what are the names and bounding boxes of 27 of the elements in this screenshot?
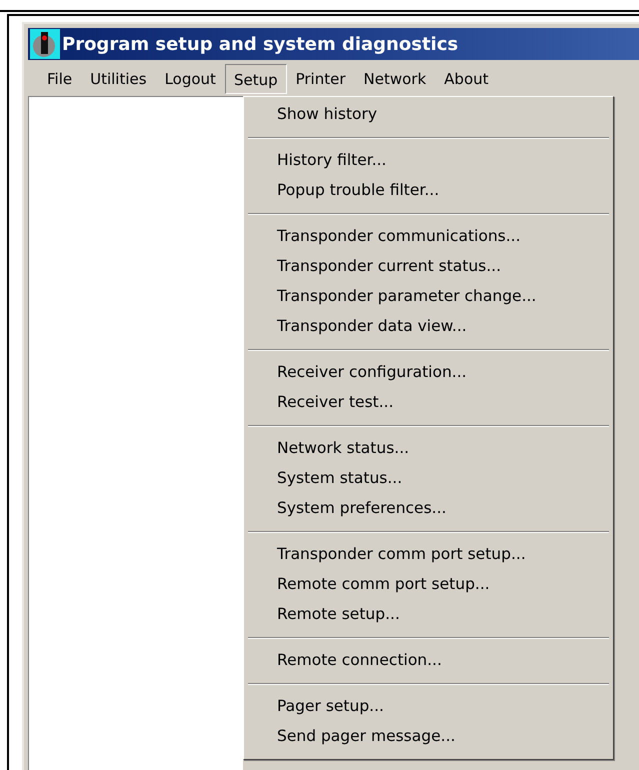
app-icon <box>30 29 60 59</box>
menu-entry[interactable]: Network status... <box>244 434 613 464</box>
menu-entry[interactable]: Receiver test... <box>244 388 613 418</box>
menu-item[interactable]: Network <box>354 64 436 94</box>
menu-entry[interactable]: Transponder current status... <box>244 252 613 282</box>
menu-entry[interactable]: Transponder comm port setup... <box>244 540 613 570</box>
menu-entry[interactable]: Remote connection... <box>244 646 613 676</box>
menu-entry[interactable]: System status... <box>244 464 613 494</box>
menu-entry[interactable]: Show history <box>244 100 613 130</box>
menu-item[interactable]: Logout <box>156 64 225 94</box>
menu-entry[interactable]: Transponder communications... <box>244 222 613 252</box>
menu-entry[interactable]: Popup trouble filter... <box>244 176 613 206</box>
menu-entry[interactable]: Receiver configuration... <box>244 358 613 388</box>
menu-entry[interactable]: Send pager message... <box>244 722 613 752</box>
menu-entry[interactable]: System preferences... <box>244 494 613 524</box>
window-title: Program setup and system diagnostics <box>62 32 458 56</box>
menu-item[interactable]: Printer <box>286 64 355 94</box>
menu-item[interactable]: Utilities <box>81 64 156 94</box>
menu-entry[interactable]: Transponder parameter change... <box>244 282 613 312</box>
menu-entry[interactable]: Remote setup... <box>244 600 613 630</box>
menu-entry[interactable]: Pager setup... <box>244 692 613 722</box>
menu-item[interactable]: File <box>38 64 82 94</box>
menu-entry[interactable]: Remote comm port setup... <box>244 570 613 600</box>
menu-entry[interactable]: History filter... <box>244 146 613 176</box>
menu-entry[interactable]: Transponder data view... <box>244 312 613 342</box>
menu-item[interactable]: Setup <box>224 64 287 94</box>
menu-item[interactable]: About <box>435 64 498 94</box>
